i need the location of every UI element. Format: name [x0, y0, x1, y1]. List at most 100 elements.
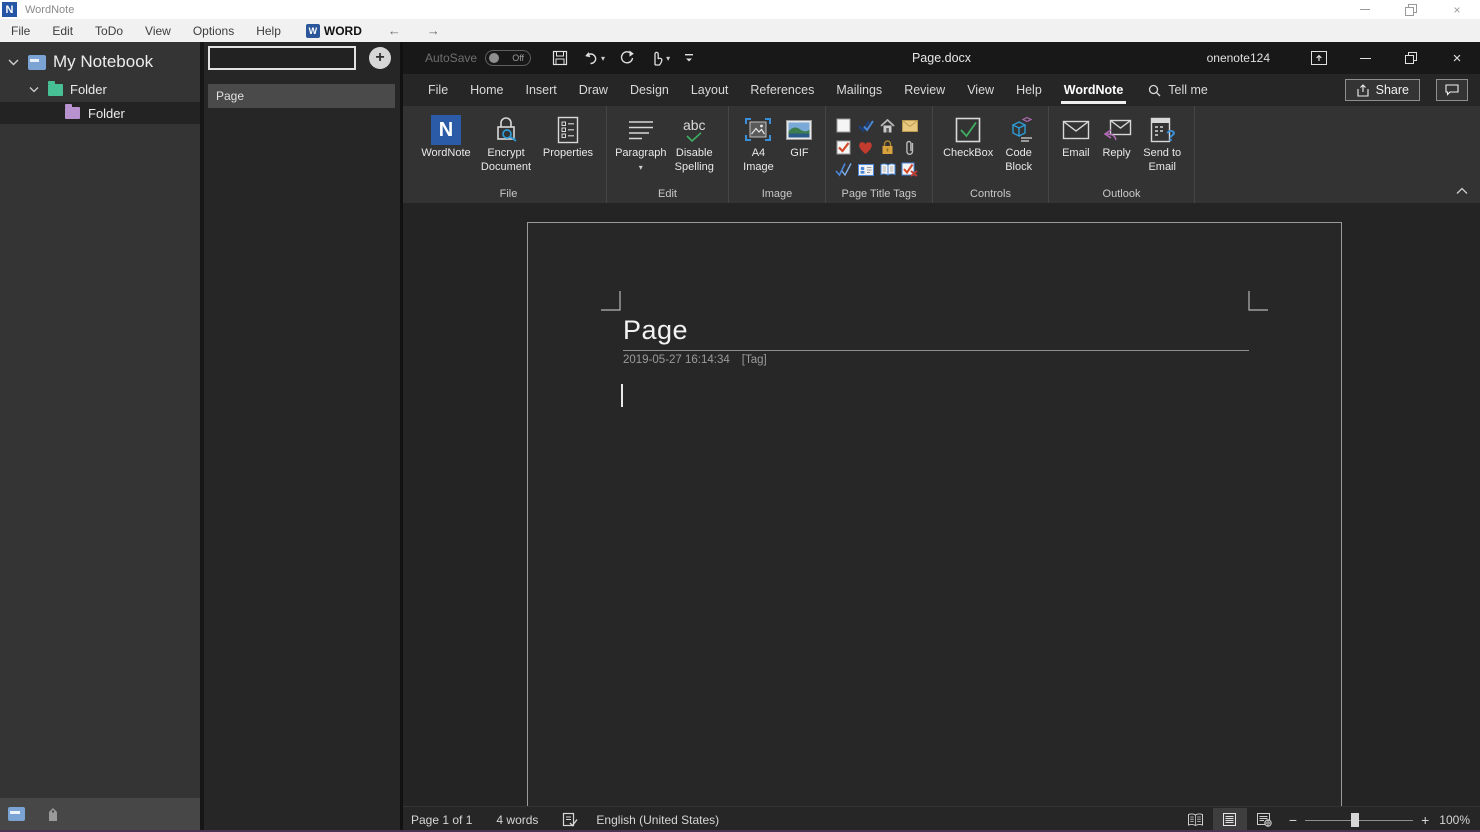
tab-insert[interactable]: Insert	[515, 74, 568, 106]
tree-item-folder-green[interactable]: Folder	[0, 79, 200, 100]
chevron-down-icon[interactable]	[8, 58, 19, 66]
add-page-button[interactable]: +	[369, 47, 391, 69]
proofing-status-icon[interactable]	[562, 812, 578, 827]
word-menu-button[interactable]: W WORD	[306, 24, 362, 38]
menu-help[interactable]: Help	[245, 24, 292, 38]
menu-view[interactable]: View	[134, 24, 182, 38]
tab-wordnote[interactable]: WordNote	[1053, 74, 1135, 106]
read-mode-button[interactable]	[1179, 808, 1213, 832]
gif-button[interactable]: GIF	[781, 110, 818, 185]
tab-view[interactable]: View	[956, 74, 1005, 106]
redo-icon	[619, 50, 635, 66]
tell-me-button[interactable]: Tell me	[1148, 83, 1208, 97]
tab-review[interactable]: Review	[893, 74, 956, 106]
tab-layout[interactable]: Layout	[680, 74, 740, 106]
tab-file[interactable]: File	[417, 74, 459, 106]
tag-icon[interactable]	[45, 806, 61, 823]
share-button[interactable]: Share	[1345, 79, 1420, 101]
account-name[interactable]: onenote124	[1207, 51, 1270, 65]
tag-envelope-icon[interactable]	[899, 115, 920, 136]
page-heading[interactable]: Page	[623, 315, 688, 346]
tag-paperclip-icon[interactable]	[899, 137, 920, 158]
chevron-down-icon[interactable]	[29, 86, 39, 93]
tree-item-folder-purple[interactable]: Folder	[0, 102, 200, 124]
tag-double-check-alt-icon[interactable]	[833, 159, 854, 180]
language-indicator[interactable]: English (United States)	[596, 813, 719, 827]
tag-lock-icon[interactable]	[877, 137, 898, 158]
customize-qat-button[interactable]	[679, 49, 699, 67]
page-meta[interactable]: 2019-05-27 16:14:34[Tag]	[623, 354, 767, 366]
autosave-toggle[interactable]: Off	[485, 50, 531, 66]
menu-options[interactable]: Options	[182, 24, 245, 38]
tree-item-notebook[interactable]: My Notebook	[0, 47, 200, 77]
comments-button[interactable]	[1436, 79, 1468, 101]
word-minimize-button[interactable]	[1342, 42, 1388, 74]
document-page[interactable]: Page 2019-05-27 16:14:34[Tag]	[527, 222, 1342, 806]
app-close-button[interactable]: ×	[1450, 3, 1464, 17]
menu-edit[interactable]: Edit	[41, 24, 84, 38]
zoom-slider[interactable]	[1305, 808, 1413, 832]
word-restore-button[interactable]	[1388, 42, 1434, 74]
page-search-input[interactable]	[210, 51, 373, 65]
tag-checkbox-empty-icon[interactable]	[833, 115, 854, 136]
word-close-button[interactable]: ×	[1434, 42, 1480, 74]
page-list-item[interactable]: Page	[208, 84, 395, 108]
touch-mode-button[interactable]: ▾	[644, 47, 675, 69]
web-layout-icon	[1256, 812, 1272, 827]
tab-help[interactable]: Help	[1005, 74, 1053, 106]
a4-image-button[interactable]: A4 Image	[736, 110, 781, 185]
save-button[interactable]	[547, 47, 573, 69]
print-layout-button[interactable]	[1213, 808, 1247, 832]
code-block-button[interactable]: Code Block	[996, 110, 1041, 185]
tab-design[interactable]: Design	[619, 74, 680, 106]
word-count[interactable]: 4 words	[496, 813, 538, 827]
send-to-email-button[interactable]: ? Send to Email	[1137, 110, 1187, 185]
properties-button[interactable]: Properties	[538, 110, 598, 185]
undo-button[interactable]: ▾	[577, 48, 610, 69]
notebooks-view-icon[interactable]	[8, 807, 25, 821]
abc-icon: abc	[683, 118, 706, 132]
menu-file[interactable]: File	[0, 24, 41, 38]
tag-contact-card-icon[interactable]	[855, 159, 876, 180]
checkbox-button[interactable]: CheckBox	[940, 110, 996, 185]
tab-references[interactable]: References	[739, 74, 825, 106]
redo-button[interactable]	[614, 47, 640, 69]
tag-remove-icon[interactable]	[899, 159, 920, 180]
page-indicator[interactable]: Page 1 of 1	[411, 813, 472, 827]
encrypt-document-button[interactable]: Encrypt Document	[474, 110, 538, 185]
tab-mailings[interactable]: Mailings	[825, 74, 893, 106]
undo-dropdown-icon[interactable]: ▾	[601, 54, 605, 63]
touch-mode-dropdown-icon[interactable]: ▾	[666, 54, 670, 63]
app-minimize-button[interactable]	[1358, 3, 1372, 17]
group-label-page-title-tags: Page Title Tags	[826, 188, 932, 200]
tag-book-icon[interactable]	[877, 159, 898, 180]
nav-back-button[interactable]: ←	[388, 23, 401, 38]
menu-todo[interactable]: ToDo	[84, 24, 134, 38]
paragraph-button[interactable]: Paragraph ▾	[614, 110, 668, 185]
tag-home-icon[interactable]	[877, 115, 898, 136]
wordnote-button[interactable]: N WordNote	[418, 110, 474, 185]
collapse-ribbon-button[interactable]	[1456, 182, 1468, 200]
web-layout-button[interactable]	[1247, 808, 1281, 832]
tab-draw[interactable]: Draw	[568, 74, 619, 106]
nav-forward-button[interactable]: →	[427, 23, 440, 38]
reply-button[interactable]: Reply	[1096, 110, 1138, 185]
ribbon-display-options-button[interactable]	[1296, 42, 1342, 74]
zoom-level[interactable]: 100%	[1439, 813, 1470, 827]
page-tag: [Tag]	[742, 354, 767, 366]
ribbon-group-image: A4 Image GIF Image	[729, 106, 826, 203]
tag-double-check-icon[interactable]	[855, 115, 876, 136]
zoom-out-button[interactable]: −	[1281, 812, 1305, 828]
email-button[interactable]: Email	[1056, 110, 1096, 185]
zoom-in-button[interactable]: +	[1413, 812, 1437, 828]
disable-spelling-button[interactable]: abc Disable Spelling	[668, 110, 722, 185]
tag-heart-icon[interactable]	[855, 137, 876, 158]
ribbon-group-file: N WordNote Encrypt Document	[411, 106, 607, 203]
ribbon-group-edit: Paragraph ▾ abc Disable Spelling Edi	[607, 106, 729, 203]
tag-checkbox-checked-icon[interactable]	[833, 137, 854, 158]
zoom-slider-thumb[interactable]	[1351, 813, 1359, 827]
touch-mode-icon	[649, 50, 664, 66]
tab-home[interactable]: Home	[459, 74, 514, 106]
margin-mark-icon	[599, 289, 623, 313]
app-restore-button[interactable]	[1404, 3, 1418, 17]
